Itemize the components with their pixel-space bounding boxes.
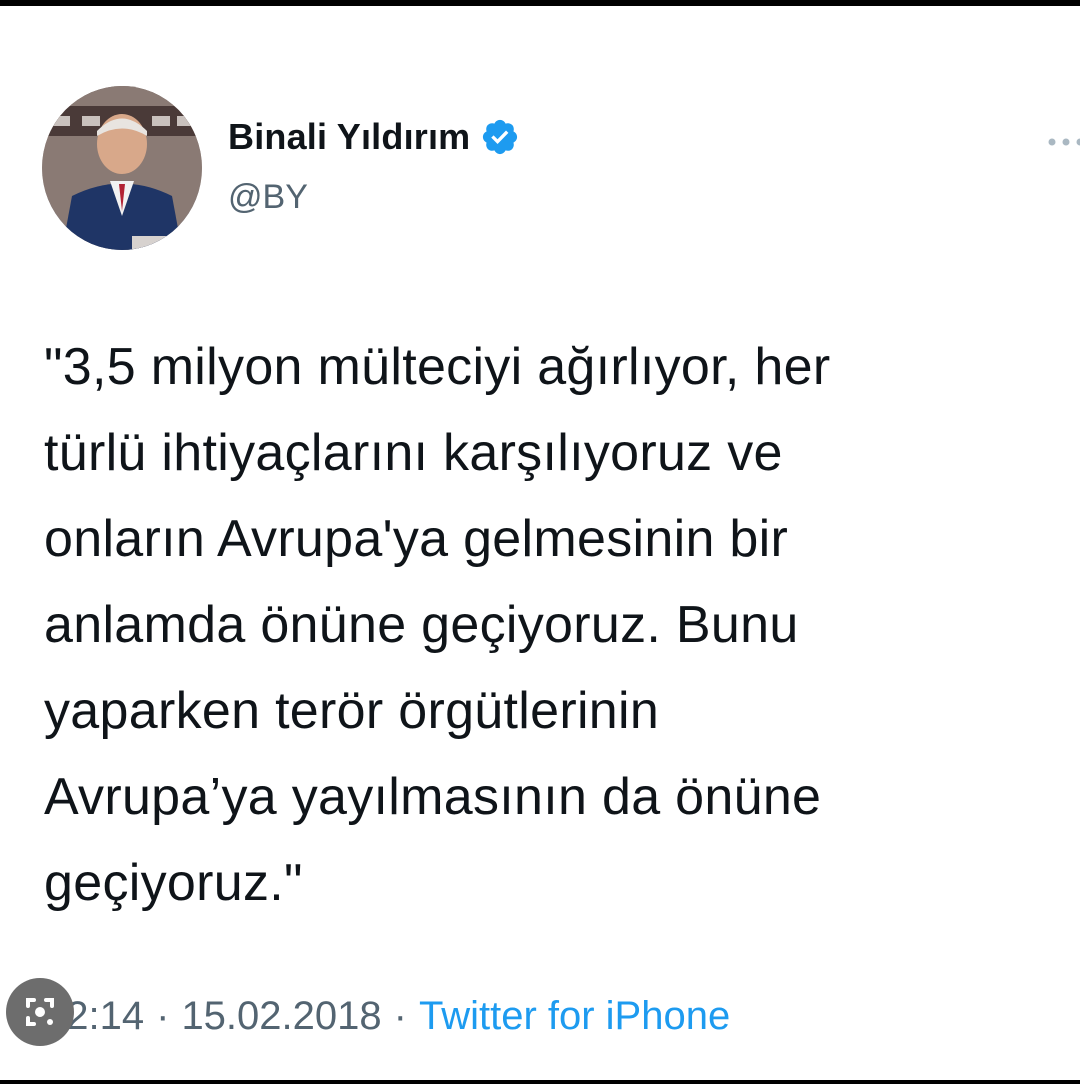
- tweet-metadata: 22:14 · 15.02.2018 · Twitter for iPhone: [44, 994, 730, 1039]
- bottom-border: [0, 1080, 1080, 1084]
- tweet-text-line: yaparken terör örgütlerinin: [44, 682, 660, 740]
- avatar[interactable]: [42, 86, 202, 250]
- tweet-text-line: türlü ihtiyaçlarını karşılıyoruz ve: [44, 424, 783, 482]
- meta-separator: ·: [156, 994, 170, 1038]
- author-header: Binali Yıldırım: [228, 116, 520, 158]
- tweet-source-link[interactable]: Twitter for iPhone: [419, 994, 730, 1039]
- tweet-text-line: onların Avrupa'ya gelmesinin bir: [44, 510, 789, 568]
- image-search-lens-icon: [26, 998, 54, 1026]
- meta-separator: ·: [393, 994, 407, 1038]
- tweet-text-line: "3,5 milyon mülteciyi ağırlıyor, her: [44, 338, 831, 396]
- tweet-text-line: Avrupa’ya yayılmasının da önüne: [44, 768, 822, 826]
- tweet-text-line: anlamda önüne geçiyoruz. Bunu: [44, 596, 799, 654]
- image-search-lens-button[interactable]: [6, 978, 74, 1046]
- author-handle[interactable]: @BY: [228, 178, 308, 217]
- tweet-text-line: geçiyoruz.": [44, 854, 303, 912]
- tweet-card: Binali Yıldırım @BY "3,5 milyon mülteciy…: [0, 6, 1080, 1080]
- tweet-text: "3,5 milyon mülteciyi ağırlıyor, her tür…: [44, 324, 1044, 926]
- avatar-photo: [42, 86, 202, 250]
- more-options-icon[interactable]: [1046, 132, 1080, 152]
- tweet-date[interactable]: 15.02.2018: [181, 994, 381, 1039]
- author-name[interactable]: Binali Yıldırım: [228, 116, 470, 158]
- verified-badge-icon: [480, 117, 520, 157]
